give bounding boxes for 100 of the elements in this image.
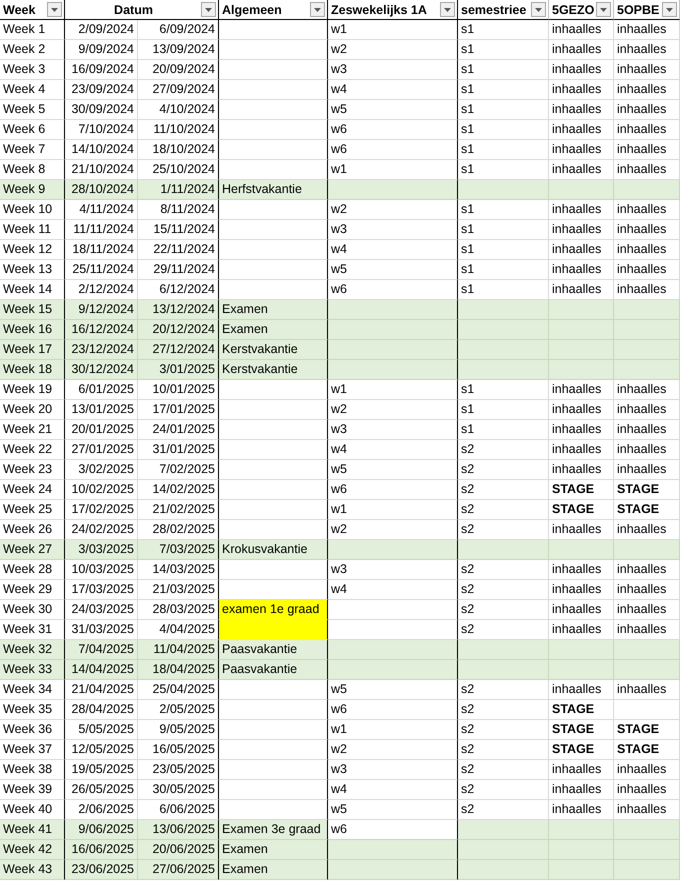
table-cell [614,860,680,880]
table-cell: 9/06/2025 [65,820,138,840]
table-cell: Week 5 [0,100,65,120]
table-cell: inhaalles [549,220,614,240]
table-cell: inhaalles [549,600,614,620]
table-cell: w3 [328,60,458,80]
table-cell: 2/06/2025 [65,800,138,820]
table-cell: inhaalles [614,520,680,540]
filter-button[interactable] [201,2,216,17]
table-cell: Examen [219,840,328,860]
table-cell: 7/03/2025 [138,540,219,560]
filter-button[interactable] [47,2,62,17]
table-cell [614,540,680,560]
table-cell: inhaalles [549,400,614,420]
table-cell: Week 26 [0,520,65,540]
table-cell: inhaalles [614,620,680,640]
table-cell [614,180,680,200]
table-cell: 30/12/2024 [65,360,138,380]
filter-button[interactable] [596,2,612,17]
table-cell: STAGE [614,740,680,760]
table-cell: 16/09/2024 [65,60,138,80]
table-cell: Week 16 [0,320,65,340]
table-cell: w2 [328,200,458,220]
table-cell: 20/06/2025 [138,840,219,860]
table-cell: inhaalles [614,680,680,700]
table-cell: Week 3 [0,60,65,80]
table-cell: inhaalles [549,620,614,640]
table-cell: w6 [328,820,458,840]
table-cell: 7/04/2025 [65,640,138,660]
table-cell: inhaalles [549,440,614,460]
table-cell: STAGE [614,720,680,740]
table-cell: 9/09/2024 [65,40,138,60]
table-cell [549,660,614,680]
table-cell: Kerstvakantie [219,340,328,360]
table-cell: w6 [328,700,458,720]
table-cell: inhaalles [549,380,614,400]
table-cell: 10/01/2025 [138,380,219,400]
table-cell: 4/04/2025 [138,620,219,640]
table-cell: inhaalles [614,380,680,400]
table-cell: s2 [458,580,549,600]
column-header-label: Algemeen [222,2,283,16]
table-cell: Week 24 [0,480,65,500]
table-cell: inhaalles [614,460,680,480]
table-cell: 21/03/2025 [138,580,219,600]
table-cell: 18/11/2024 [65,240,138,260]
table-cell: s2 [458,500,549,520]
table-cell: inhaalles [549,100,614,120]
table-cell [614,300,680,320]
table-cell: 30/05/2025 [138,780,219,800]
table-cell: s2 [458,480,549,500]
table-cell: Week 1 [0,20,65,40]
table-cell: 23/12/2024 [65,340,138,360]
table-cell: w5 [328,260,458,280]
table-cell: Week 17 [0,340,65,360]
table-cell: w3 [328,760,458,780]
table-cell: s1 [458,200,549,220]
table-cell: inhaalles [614,560,680,580]
table-cell [614,640,680,660]
table-cell: Week 25 [0,500,65,520]
table-cell: 16/05/2025 [138,740,219,760]
table-cell: Week 40 [0,800,65,820]
table-cell: 15/11/2024 [138,220,219,240]
table-cell: 21/04/2025 [65,680,138,700]
table-cell: inhaalles [549,160,614,180]
table-cell: 13/01/2025 [65,400,138,420]
table-cell: 1/11/2024 [138,180,219,200]
table-cell: inhaalles [549,420,614,440]
table-cell: Week 10 [0,200,65,220]
table-cell: w1 [328,720,458,740]
table-cell: 2/12/2024 [65,280,138,300]
table-cell: Week 36 [0,720,65,740]
table-cell: Week 13 [0,260,65,280]
table-cell: 3/03/2025 [65,540,138,560]
dropdown-arrow-icon [444,8,451,12]
table-cell: inhaalles [549,200,614,220]
table-cell: 24/02/2025 [65,520,138,540]
filter-button[interactable] [662,2,677,17]
table-cell: 31/03/2025 [65,620,138,640]
table-cell: s1 [458,240,549,260]
filter-button[interactable] [310,2,325,17]
table-cell: Week 35 [0,700,65,720]
table-cell: 21/10/2024 [65,160,138,180]
table-cell: 16/12/2024 [65,320,138,340]
table-cell: w6 [328,280,458,300]
table-cell: Week 11 [0,220,65,240]
dropdown-arrow-icon [666,8,673,12]
table-cell [614,820,680,840]
dropdown-arrow-icon [535,8,542,12]
table-cell: 7/02/2025 [138,460,219,480]
table-cell: 27/06/2025 [138,860,219,880]
column-header-label: Datum [113,2,154,16]
table-cell: 18/10/2024 [138,140,219,160]
filter-button[interactable] [531,2,546,17]
filter-button[interactable] [440,2,455,17]
table-cell: inhaalles [614,20,680,40]
table-cell: Examen [219,320,328,340]
table-cell: inhaalles [614,440,680,460]
table-cell: 4/10/2024 [138,100,219,120]
table-cell: 17/01/2025 [138,400,219,420]
table-cell: 24/03/2025 [65,600,138,620]
